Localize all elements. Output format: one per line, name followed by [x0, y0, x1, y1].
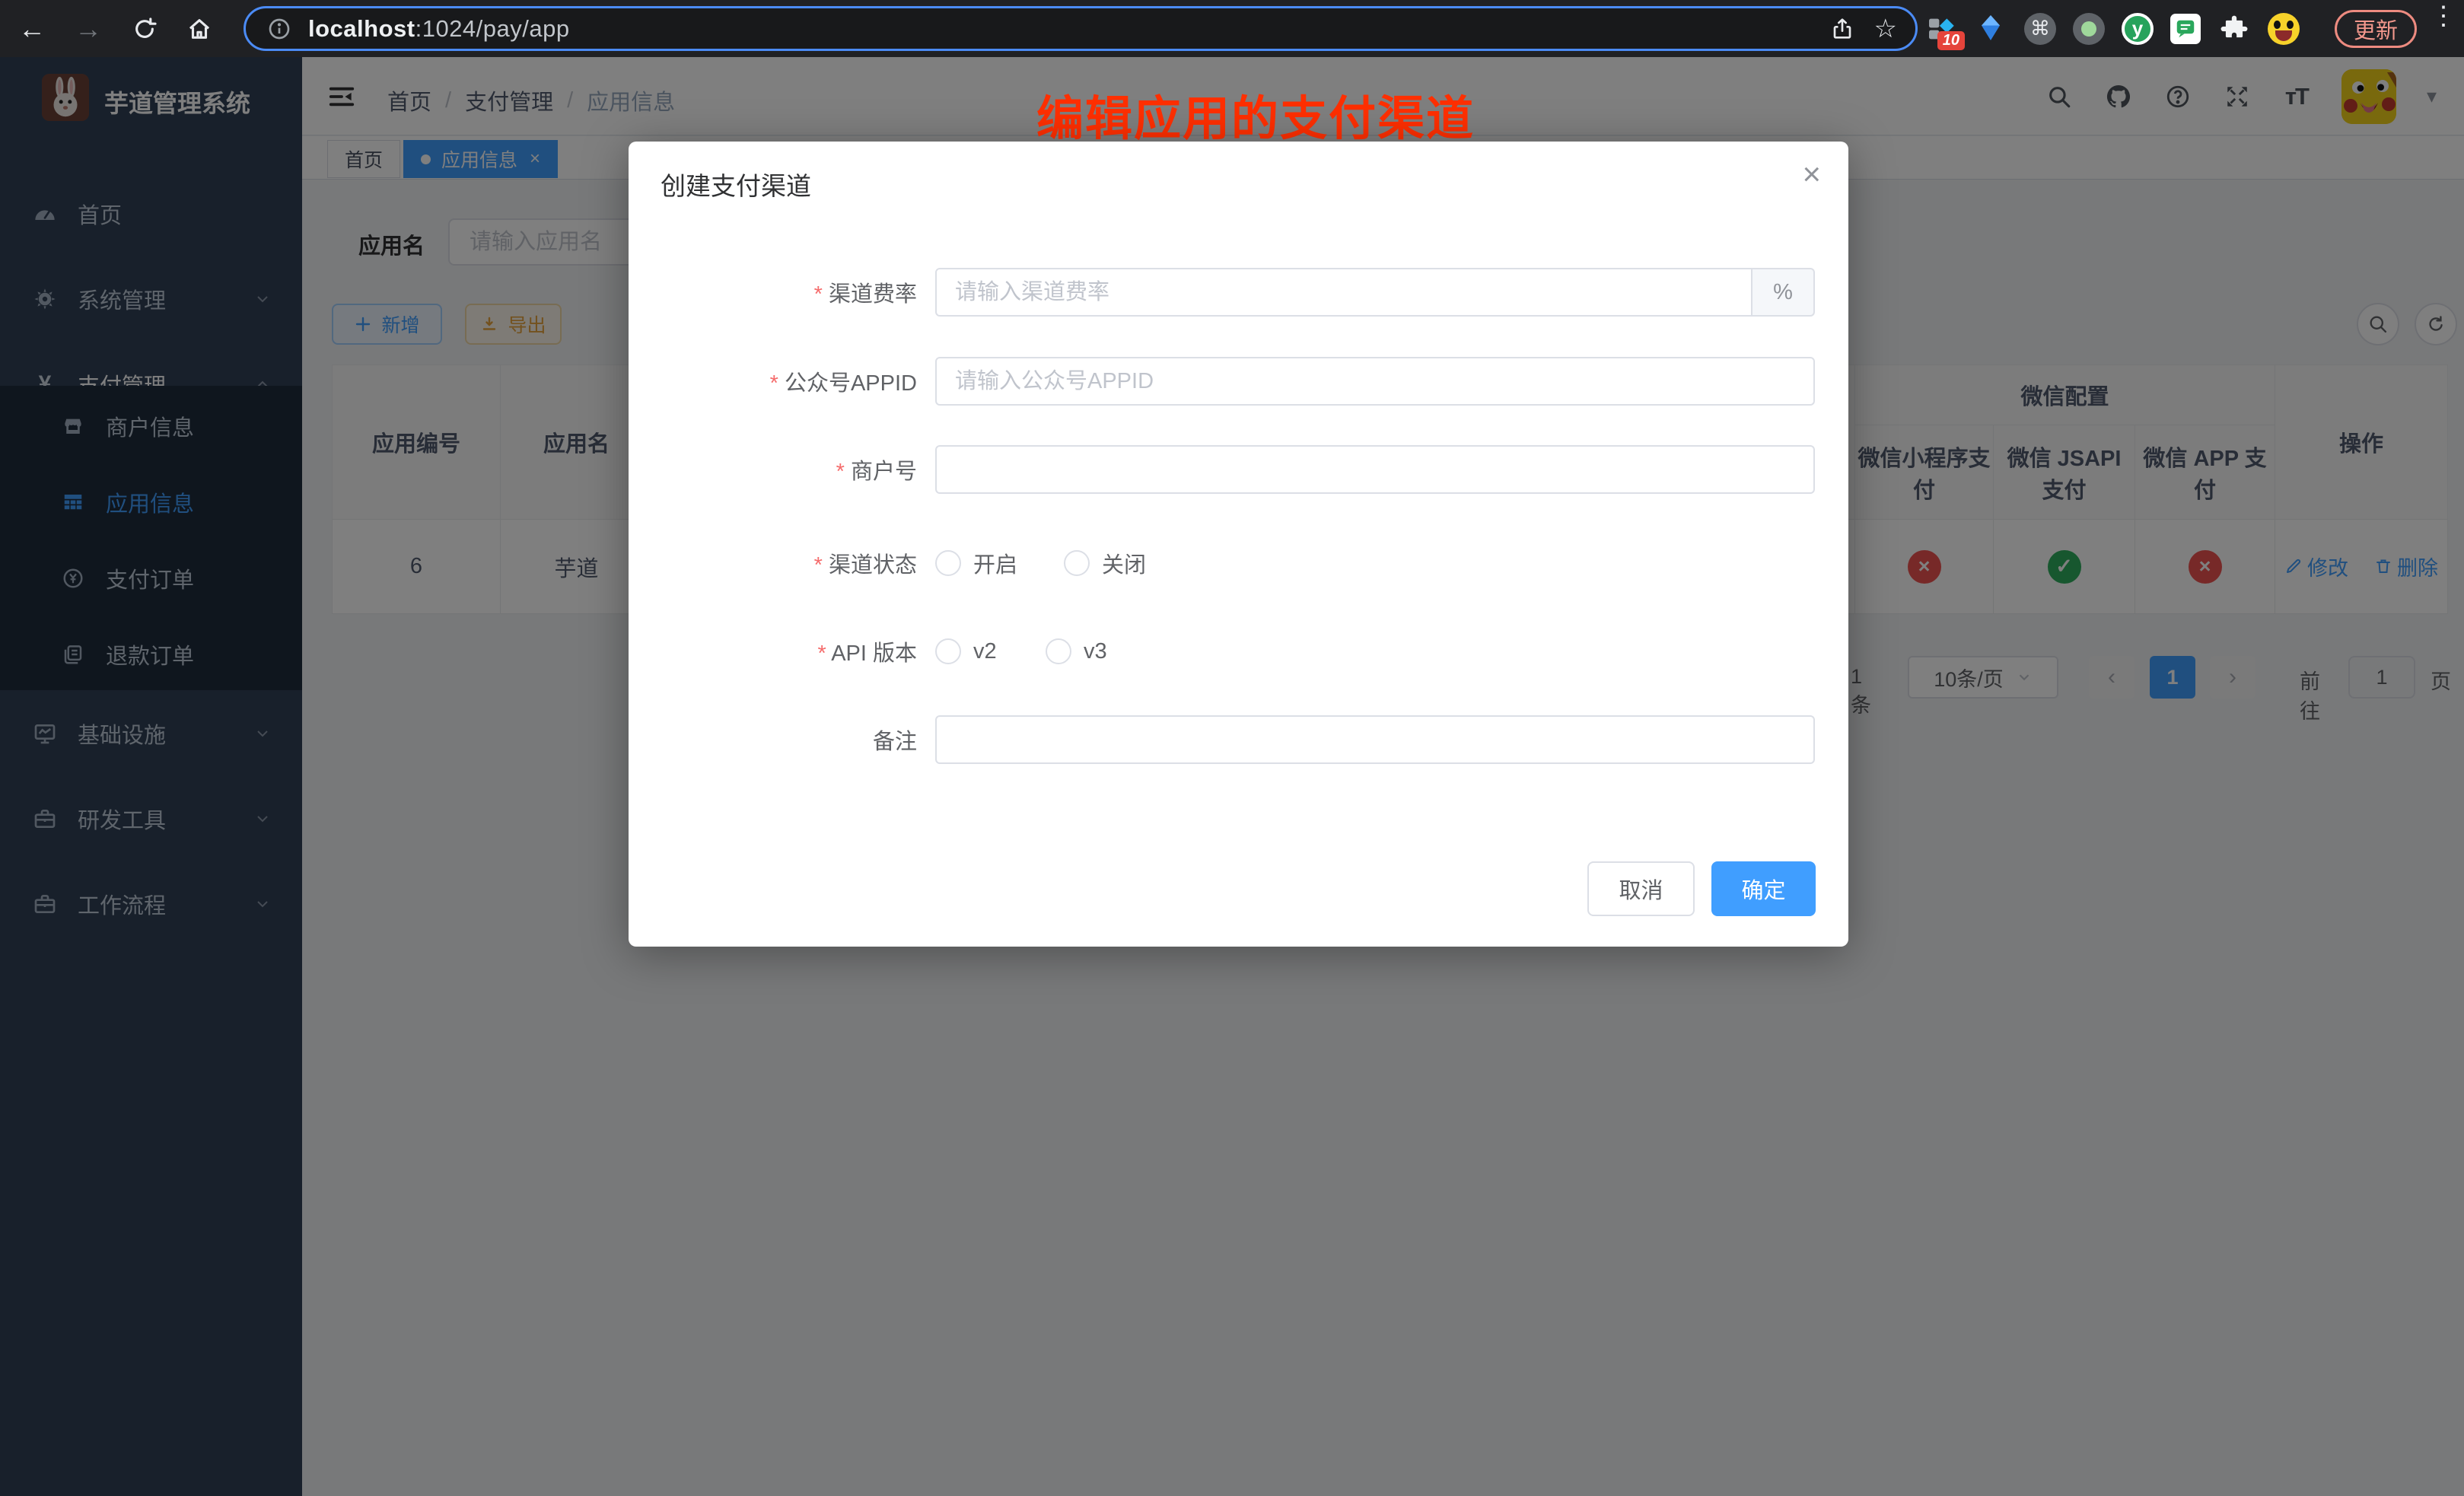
- merchant-no-input[interactable]: [935, 445, 1815, 494]
- radio-circle-icon: [935, 638, 961, 664]
- url-path: :1024/pay/app: [415, 15, 570, 42]
- extension-command-icon[interactable]: ⌘: [2024, 13, 2056, 45]
- extension-tabs-icon[interactable]: 10: [1924, 12, 1957, 46]
- browser-extensions: 10 ⌘ y: [1924, 0, 2300, 57]
- bookmark-star-icon[interactable]: ☆: [1874, 14, 1897, 44]
- radio-status-closed[interactable]: 关闭: [1064, 547, 1146, 579]
- extension-badge: 10: [1937, 31, 1965, 50]
- reload-icon[interactable]: [125, 9, 164, 49]
- rate-unit-append: %: [1752, 268, 1815, 317]
- browser-update-button[interactable]: 更新: [2335, 10, 2417, 48]
- radio-api-v2[interactable]: v2: [935, 638, 997, 664]
- radio-circle-icon: [1046, 638, 1071, 664]
- field-label-rate: 渠道费率: [659, 276, 917, 308]
- browser-toolbar: ← → localhost:1024/pay/app: [0, 0, 2464, 57]
- radio-circle-icon: [935, 550, 961, 576]
- share-icon[interactable]: [1830, 17, 1854, 41]
- radio-circle-icon: [1064, 550, 1090, 576]
- appid-input[interactable]: [935, 357, 1815, 406]
- radio-api-v3[interactable]: v3: [1046, 638, 1107, 664]
- create-pay-channel-dialog: 创建支付渠道 × 渠道费率 % 公众号APPID 商户号 渠道状态 开启 关闭: [629, 142, 1848, 947]
- extension-kite-icon[interactable]: [1974, 12, 2007, 46]
- browser-menu-icon[interactable]: ⋮: [2431, 11, 2453, 22]
- rate-input[interactable]: [935, 268, 1752, 317]
- close-icon[interactable]: ×: [1802, 158, 1821, 190]
- annotation-text: 编辑应用的支付渠道: [913, 80, 1598, 148]
- home-icon[interactable]: [180, 9, 219, 49]
- extension-emoji-icon[interactable]: [2268, 13, 2300, 45]
- remark-input[interactable]: [935, 715, 1815, 764]
- url-host: localhost: [308, 15, 415, 42]
- confirm-button[interactable]: 确定: [1711, 861, 1816, 916]
- app-page: 芋道管理系统 首页 系统管理: [0, 57, 2464, 1496]
- forward-icon[interactable]: →: [68, 9, 108, 49]
- cancel-button[interactable]: 取消: [1587, 861, 1695, 916]
- extension-y-icon[interactable]: y: [2122, 13, 2154, 45]
- back-icon[interactable]: ←: [12, 9, 52, 49]
- radio-status-open[interactable]: 开启: [935, 547, 1017, 579]
- field-label-appid: 公众号APPID: [659, 365, 917, 397]
- field-label-merchant-no: 商户号: [659, 454, 917, 485]
- extension-chat-icon[interactable]: [2170, 14, 2201, 44]
- extension-puzzle-icon[interactable]: [2217, 12, 2251, 46]
- dialog-title: 创建支付渠道: [661, 166, 811, 202]
- site-info-icon[interactable]: [267, 17, 291, 41]
- url-text[interactable]: localhost:1024/pay/app: [308, 15, 570, 43]
- field-label-status: 渠道状态: [659, 547, 917, 579]
- extension-record-icon[interactable]: [2073, 13, 2105, 45]
- screen: ← → localhost:1024/pay/app: [0, 0, 2464, 1496]
- address-bar[interactable]: localhost:1024/pay/app ☆: [244, 6, 1918, 51]
- field-label-remark: 备注: [659, 724, 917, 756]
- field-label-api-version: API 版本: [659, 635, 917, 667]
